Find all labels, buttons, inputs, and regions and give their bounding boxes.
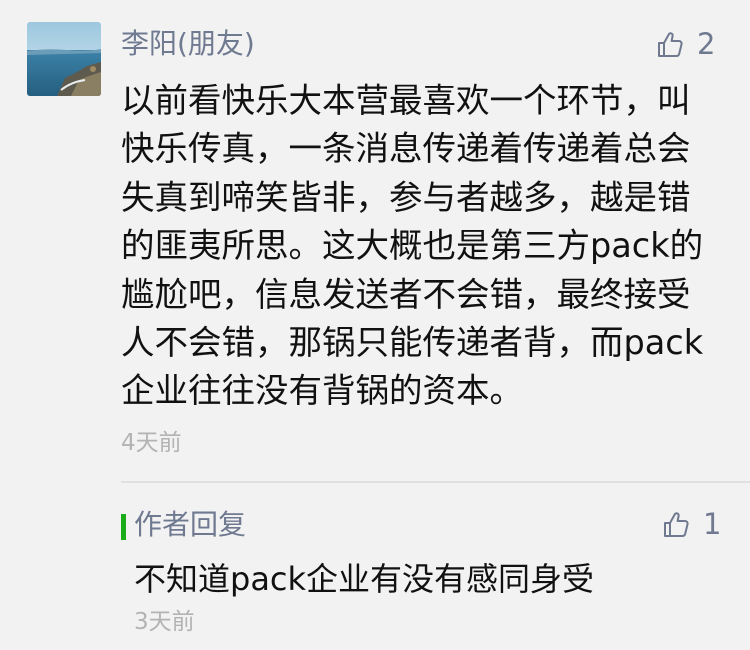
avatar[interactable] <box>27 22 101 96</box>
reply-timestamp: 3天前 <box>134 609 195 635</box>
seaside-rocks-avatar-icon <box>27 22 101 96</box>
reply-text: 不知道pack企业有没有感同身受 <box>134 560 595 598</box>
reply-like-button[interactable]: 1 <box>663 504 721 544</box>
comment-username[interactable]: 李阳(朋友) <box>121 24 255 64</box>
reply-accent-bar <box>121 514 126 540</box>
reply-divider <box>121 481 750 483</box>
comment-like-count: 2 <box>697 27 716 61</box>
comment-text: 以前看快乐大本营最喜欢一个环节，叫快乐传真，一条消息传递着传递着总会失真到啼笑皆… <box>121 81 704 411</box>
comment-like-button[interactable]: 2 <box>657 24 715 64</box>
thumbs-up-icon <box>664 511 689 537</box>
reply-like-count: 1 <box>703 507 722 541</box>
thumbs-up-icon <box>658 31 683 57</box>
comment-timestamp: 4天前 <box>121 430 182 456</box>
reply-author-label: 作者回复 <box>134 508 247 541</box>
